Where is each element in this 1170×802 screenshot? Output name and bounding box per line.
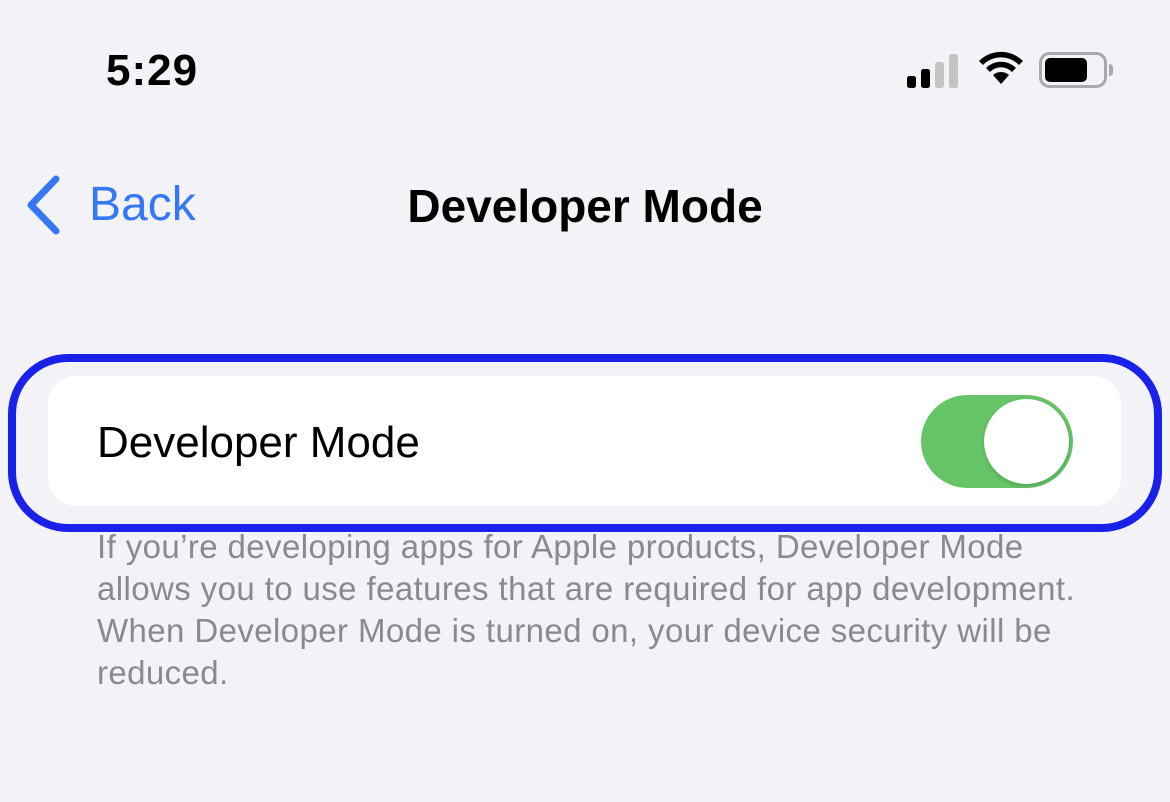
page-title: Developer Mode — [407, 180, 763, 232]
battery-icon — [1039, 52, 1115, 93]
wifi-icon — [977, 50, 1025, 91]
developer-mode-footer: If you’re developing apps for Apple prod… — [97, 528, 1076, 691]
status-time: 5:29 — [106, 46, 199, 95]
toggle-knob — [984, 399, 1069, 484]
developer-mode-toggle[interactable] — [921, 395, 1073, 488]
cellular-signal-icon — [907, 54, 959, 93]
developer-mode-row: Developer Mode — [48, 376, 1121, 506]
developer-mode-label: Developer Mode — [97, 418, 420, 467]
